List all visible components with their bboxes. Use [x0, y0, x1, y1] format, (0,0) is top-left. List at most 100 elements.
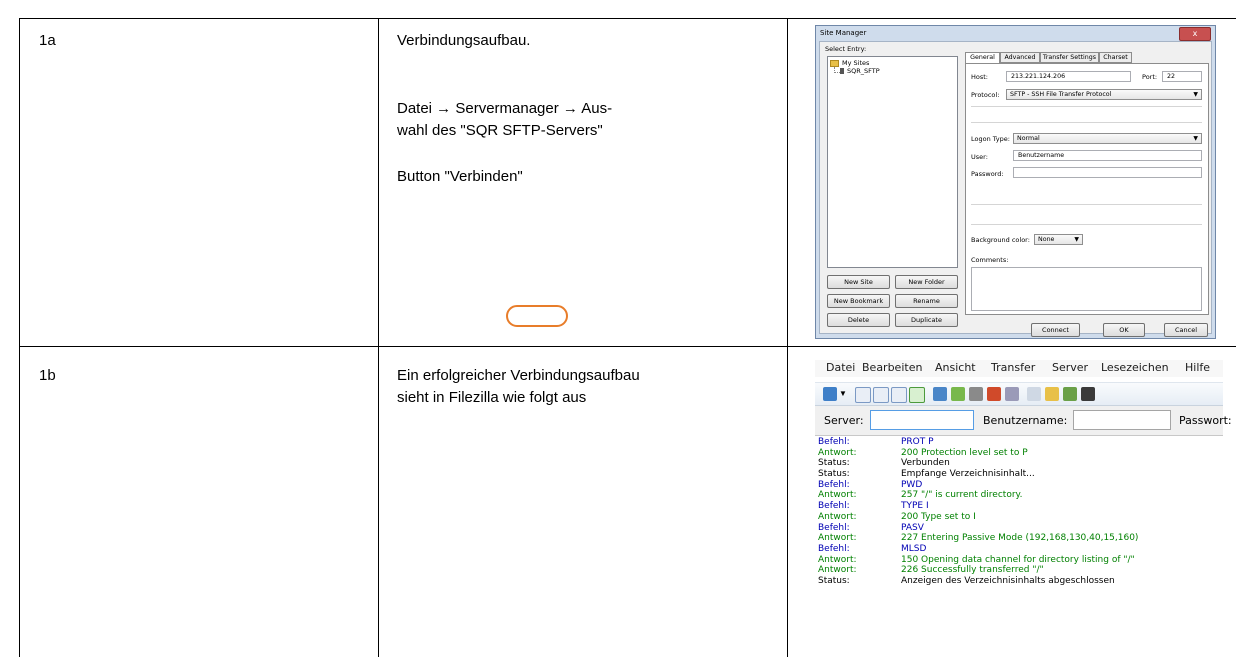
protocol-select[interactable]: SFTP - SSH File Transfer Protocol ▼: [1006, 89, 1202, 100]
connect-highlight: [506, 305, 568, 327]
tab-transfer-settings[interactable]: Transfer Settings: [1040, 52, 1099, 63]
log-message: Verbunden: [901, 458, 950, 469]
background-color-select[interactable]: None ▼: [1034, 234, 1083, 245]
log-row: Status: Anzeigen des Verzeichnisinhalts a…: [815, 576, 1223, 587]
site-manager-window: Site Manager x Select Entry: My Sites SQ…: [815, 25, 1216, 339]
reconnect-icon[interactable]: [1005, 387, 1019, 401]
menu-bar: Datei Bearbeiten Ansicht Transfer Server…: [815, 360, 1223, 377]
log-message: TYPE I: [901, 501, 929, 512]
site-manager-body: Select Entry: My Sites SQR_SFTP New Site…: [819, 41, 1212, 337]
comments-label: Comments:: [971, 256, 1009, 264]
message-log-toggle-icon[interactable]: [855, 387, 871, 403]
log-type-label: Befehl:: [818, 501, 850, 512]
rename-button[interactable]: Rename: [895, 294, 958, 308]
compare-directories-icon[interactable]: [1063, 387, 1077, 401]
host-label: Host:: [971, 73, 988, 81]
refresh-icon[interactable]: [933, 387, 947, 401]
chevron-down-icon[interactable]: ▼: [839, 387, 847, 401]
disconnect-icon[interactable]: [987, 387, 1001, 401]
log-message: Anzeigen des Verzeichnisinhalts abgeschl…: [901, 575, 1115, 586]
log-type-label: Antwort:: [818, 565, 857, 576]
site-manager-icon[interactable]: [823, 387, 837, 401]
comments-field[interactable]: [971, 267, 1202, 311]
log-row: Status: Empfange Verzeichnisinhalt...: [815, 469, 1223, 480]
log-type-label: Antwort:: [818, 490, 857, 501]
log-type-label: Antwort:: [818, 447, 857, 458]
log-type-label: Befehl:: [818, 543, 850, 554]
step-description: Datei → Servermanager → Aus-: [397, 100, 613, 117]
log-type-label: Status:: [818, 575, 850, 586]
process-queue-icon[interactable]: [951, 387, 965, 401]
ok-button[interactable]: OK: [1103, 323, 1145, 337]
log-row: Antwort: 257 "/" is current directory.: [815, 490, 1223, 501]
tree-item-sqr-sftp[interactable]: SQR_SFTP: [847, 67, 880, 75]
port-label: Port:: [1142, 73, 1158, 81]
chevron-down-icon: ▼: [1193, 135, 1198, 142]
log-type-label: Status:: [818, 469, 850, 480]
close-button[interactable]: x: [1179, 27, 1211, 41]
menu-server[interactable]: Server: [1052, 361, 1088, 374]
log-type-label: Antwort:: [818, 511, 857, 522]
log-type-label: Befehl:: [818, 522, 850, 533]
menu-ansicht[interactable]: Ansicht: [935, 361, 976, 374]
background-color-label: Background color:: [971, 236, 1030, 244]
menu-bearbeiten[interactable]: Bearbeiten: [862, 361, 922, 374]
site-tree[interactable]: My Sites SQR_SFTP: [827, 56, 958, 268]
menu-hilfe[interactable]: Hilfe: [1185, 361, 1210, 374]
password-field[interactable]: [1013, 167, 1202, 178]
logon-type-select[interactable]: Normal ▼: [1013, 133, 1202, 144]
log-message: PASV: [901, 522, 924, 533]
divider: [971, 106, 1202, 107]
connect-button[interactable]: Connect: [1031, 323, 1080, 337]
user-label: User:: [971, 153, 988, 161]
host-field[interactable]: 213.221.124.206: [1006, 71, 1131, 82]
log-row: Status: Verbunden: [815, 458, 1223, 469]
new-site-button[interactable]: New Site: [827, 275, 890, 289]
log-message: 226 Successfully transferred "/": [901, 565, 1044, 576]
log-message: 150 Opening data channel for directory l…: [901, 554, 1135, 565]
tree-item-my-sites[interactable]: My Sites: [842, 59, 869, 67]
log-row: Antwort: 227 Entering Passive Mode (192,1…: [815, 533, 1223, 544]
menu-datei[interactable]: Datei: [826, 361, 855, 374]
log-type-label: Antwort:: [818, 533, 857, 544]
tab-advanced[interactable]: Advanced: [1000, 52, 1040, 63]
username-label: Benutzername:: [983, 414, 1068, 427]
duplicate-button[interactable]: Duplicate: [895, 313, 958, 327]
username-input[interactable]: [1073, 410, 1171, 430]
cancel-operation-icon[interactable]: [969, 387, 983, 401]
delete-button[interactable]: Delete: [827, 313, 890, 327]
password-label: Passwort:: [1179, 414, 1232, 427]
user-field[interactable]: Benutzername: [1013, 150, 1202, 161]
menu-lesezeichen[interactable]: Lesezeichen: [1101, 361, 1169, 374]
background-color-value: None: [1038, 236, 1055, 243]
queue-toggle-icon[interactable]: [909, 387, 925, 403]
log-message: MLSD: [901, 543, 927, 554]
binoculars-icon[interactable]: [1081, 387, 1095, 401]
filezilla-window: Datei Bearbeiten Ansicht Transfer Server…: [815, 360, 1232, 617]
password-label: Password:: [971, 170, 1004, 178]
remote-tree-toggle-icon[interactable]: [891, 387, 907, 403]
log-row: Befehl: MLSD: [815, 544, 1223, 555]
log-row: Antwort: 226 Successfully transferred "/": [815, 565, 1223, 576]
port-field[interactable]: 22: [1162, 71, 1202, 82]
toggle-sync-browsing-icon[interactable]: [1045, 387, 1059, 401]
window-title: Site Manager: [820, 29, 867, 37]
step-description: wahl des "SQR SFTP-Servers": [397, 122, 603, 139]
menu-transfer[interactable]: Transfer: [991, 361, 1035, 374]
local-tree-toggle-icon[interactable]: [873, 387, 889, 403]
log-row: Befehl: TYPE I: [815, 501, 1223, 512]
server-input[interactable]: [870, 410, 974, 430]
new-folder-button[interactable]: New Folder: [895, 275, 958, 289]
log-row: Befehl: PWD: [815, 480, 1223, 491]
logon-type-value: Normal: [1017, 135, 1040, 142]
step-number: 1b: [39, 367, 56, 384]
tab-charset[interactable]: Charset: [1099, 52, 1132, 63]
log-row: Befehl: PASV: [815, 523, 1223, 534]
new-bookmark-button[interactable]: New Bookmark: [827, 294, 890, 308]
log-type-label: Befehl:: [818, 479, 850, 490]
directory-listing-filter-icon[interactable]: [1027, 387, 1041, 401]
message-log: Befehl: PROT P Antwort: 200 Protection leve…: [815, 437, 1223, 617]
cancel-button[interactable]: Cancel: [1164, 323, 1208, 337]
chevron-down-icon: ▼: [1074, 236, 1079, 243]
log-message: 227 Entering Passive Mode (192,168,130,4…: [901, 533, 1139, 544]
